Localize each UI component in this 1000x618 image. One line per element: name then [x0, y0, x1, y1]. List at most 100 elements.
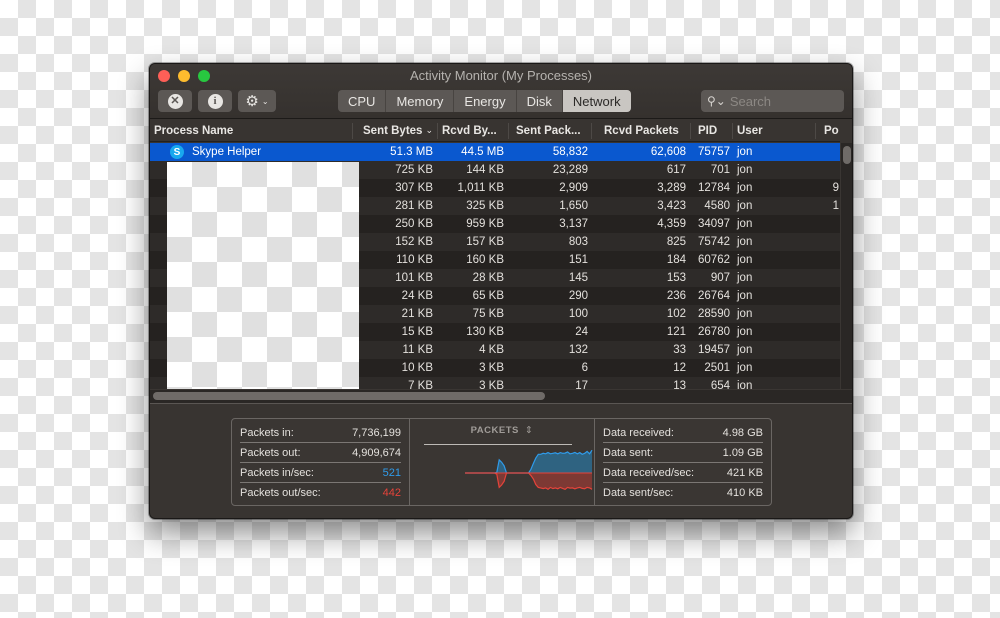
tab-energy[interactable]: Energy [454, 90, 517, 112]
window-title: Activity Monitor (My Processes) [409, 68, 593, 83]
cell-sent-bytes: 307 KB [395, 182, 433, 194]
column-header-pid[interactable]: PID [694, 120, 734, 142]
column-divider [815, 123, 816, 139]
cell-pid: 60762 [698, 254, 730, 266]
cell-user: jon [737, 236, 753, 248]
column-header-sent-bytes[interactable]: Sent Bytes ⌄ [353, 120, 437, 142]
column-divider [508, 123, 509, 139]
panel-divider [150, 403, 852, 404]
horizontal-scroll-thumb[interactable] [153, 392, 545, 400]
stat-label: Data sent: [603, 446, 654, 459]
cell-rcvd-packets: 12 [673, 362, 686, 374]
cell-sent-bytes: 24 KB [401, 290, 433, 302]
cell-user: jon [737, 146, 753, 158]
cell-po [815, 287, 840, 305]
search-field[interactable]: ⚲⌄ [701, 90, 844, 112]
table-row[interactable]: S Skype Helper 51.3 MB 44.5 MB 58,832 62,608 7… [150, 143, 840, 161]
stat-value: 421 KB [726, 466, 763, 479]
tab-network[interactable]: Network [562, 90, 631, 112]
activity-monitor-window: Activity Monitor (My Processes) ✕ i ⚙ ⌄ … [149, 63, 853, 519]
action-menu-button[interactable]: ⚙ ⌄ [238, 90, 276, 112]
cell-pid: 26780 [698, 326, 730, 338]
cell-rcvd-bytes: 157 KB [466, 236, 504, 248]
cell-rcvd-bytes: 959 KB [466, 218, 504, 230]
stat-value: 410 KB [726, 487, 763, 499]
cell-user: jon [737, 290, 753, 302]
cell-sent-bytes: 250 KB [395, 218, 433, 230]
cell-rcvd-packets: 102 [666, 308, 686, 320]
chevron-down-icon: ⌄ [261, 96, 269, 106]
data-stats: Data received: 4.98 GB Data sent: 1.09 G… [595, 419, 771, 505]
cell-po [815, 305, 840, 323]
search-input[interactable] [729, 93, 840, 109]
cell-sent-packets: 17 [575, 380, 588, 389]
cell-sent-packets: 290 [568, 290, 588, 302]
stat-value: 4,909,674 [352, 446, 401, 459]
column-header-user[interactable]: User [733, 120, 813, 142]
cell-sent-bytes: 152 KB [395, 236, 433, 248]
stat-value: 7,736,199 [352, 426, 401, 439]
cell-rcvd-packets: 3,289 [657, 182, 686, 194]
skype-icon: S [170, 145, 184, 159]
process-name: Skype Helper [192, 146, 262, 158]
cell-sent-bytes: 281 KB [395, 200, 433, 212]
stop-process-button[interactable]: ✕ [158, 90, 192, 112]
cell-process-name: S Skype Helper [166, 143, 352, 161]
cell-sent-packets: 1,650 [559, 200, 588, 212]
updown-chevron-icon: ⇕ [524, 425, 534, 436]
cell-pid: 907 [710, 272, 730, 284]
cell-user: jon [737, 254, 753, 266]
cell-rcvd-bytes: 44.5 MB [461, 146, 504, 158]
column-header-process-name[interactable]: Process Name [150, 120, 352, 142]
column-header-rcvd-bytes[interactable]: Rcvd By... [438, 120, 508, 142]
cell-sent-packets: 24 [575, 326, 588, 338]
column-header-ports[interactable]: Po [820, 120, 850, 142]
redacted-process-names [167, 162, 359, 390]
cell-user: jon [737, 164, 753, 176]
cell-po [815, 143, 840, 161]
cell-pid: 75757 [698, 146, 730, 158]
column-divider [690, 123, 691, 139]
cell-po: 9 [832, 182, 839, 194]
cell-sent-bytes: 7 KB [408, 380, 433, 389]
tab-disk[interactable]: Disk [517, 90, 563, 112]
tab-memory[interactable]: Memory [386, 90, 455, 112]
cell-sent-packets: 132 [568, 344, 588, 356]
search-icon: ⚲⌄ [707, 94, 726, 108]
cell-po: 1 [832, 200, 839, 212]
cell-po [815, 359, 840, 377]
cell-sent-packets: 58,832 [552, 146, 588, 158]
cell-pid: 28590 [698, 308, 730, 320]
cell-po [815, 233, 840, 251]
packets-out-area [465, 473, 592, 490]
chart-title: PACKETS [470, 425, 519, 436]
inspect-process-button[interactable]: i [198, 90, 232, 112]
vertical-scroll-thumb[interactable] [843, 146, 851, 164]
cell-user: jon [737, 326, 753, 338]
cell-user: jon [737, 200, 753, 212]
cell-rcvd-bytes: 325 KB [466, 200, 504, 212]
cell-po [815, 161, 840, 179]
stat-label: Packets out: [240, 446, 301, 459]
column-header-rcvd-packets[interactable]: Rcvd Packets [600, 120, 690, 142]
cell-rcvd-packets: 4,359 [657, 218, 686, 230]
cell-rcvd-bytes: 160 KB [466, 254, 504, 266]
vertical-scrollbar[interactable] [840, 143, 852, 389]
stat-packets-out: Packets out: 4,909,674 [240, 443, 401, 463]
chart-mode-selector[interactable]: PACKETS ⇕ [410, 425, 594, 436]
cell-sent-packets: 3,137 [559, 218, 588, 230]
cell-user: jon [737, 380, 753, 389]
cell-pid: 12784 [698, 182, 730, 194]
title-bar: Activity Monitor (My Processes) ✕ i ⚙ ⌄ … [150, 64, 852, 119]
cell-user: jon [737, 362, 753, 374]
cell-rcvd-packets: 33 [673, 344, 686, 356]
stat-label: Packets in: [240, 426, 294, 439]
column-header-sent-packets[interactable]: Sent Pack... [512, 120, 592, 142]
view-tabs: CPU Memory Energy Disk Network [338, 90, 631, 112]
cell-rcvd-bytes: 28 KB [472, 272, 504, 284]
table-header: Process Name Sent Bytes ⌄ Rcvd By... Sen… [150, 120, 840, 142]
cell-po [815, 341, 840, 359]
cell-po [815, 215, 840, 233]
tab-cpu[interactable]: CPU [338, 90, 387, 112]
cell-sent-packets: 6 [581, 362, 588, 374]
